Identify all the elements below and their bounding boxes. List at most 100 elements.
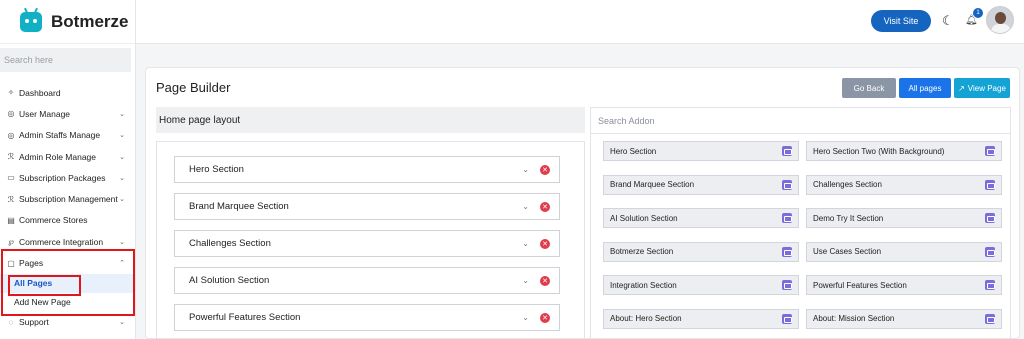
brand-name: Botmerze xyxy=(51,11,129,31)
addon-item[interactable]: Challenges Section xyxy=(806,174,1002,195)
addon-item[interactable]: About: Hero Section xyxy=(603,308,799,329)
add-addon-icon[interactable] xyxy=(985,246,995,257)
dark-mode-moon-icon[interactable]: ☾ xyxy=(942,13,954,29)
visit-site-button[interactable]: Visit Site xyxy=(871,10,931,32)
addon-item[interactable]: Integration Section xyxy=(603,275,799,295)
sidebar-item-user-manage[interactable]: ◎ User Manage ⌄ xyxy=(0,103,135,124)
chevron-icon: ⌄ xyxy=(119,110,125,118)
chevron-icon: ⌄ xyxy=(119,196,125,204)
addon-label: Powerful Features Section xyxy=(813,280,907,290)
integration-icon: ℘ xyxy=(8,237,14,247)
addon-item[interactable]: About: Mission Section xyxy=(806,308,1002,329)
chevron-icon: ⌄ xyxy=(119,132,125,140)
add-addon-icon[interactable] xyxy=(985,280,995,290)
sidebar-item-label: Dashboard xyxy=(19,87,61,98)
sidebar-item-commerce-stores[interactable]: ▤ Commerce Stores xyxy=(0,210,135,231)
add-addon-icon[interactable] xyxy=(782,246,792,257)
addon-label: Brand Marquee Section xyxy=(610,180,695,189)
layout-section-list: Hero Section ⌄ ✕ Brand Marquee Section ⌄ ✕ Cha… xyxy=(156,141,585,339)
chevron-icon: ⌄ xyxy=(119,238,125,246)
view-page-label: View Page xyxy=(967,83,1006,93)
user-icon: ◎ xyxy=(7,109,15,119)
addon-item[interactable]: AI Solution Section xyxy=(603,208,799,228)
expand-chevron-icon[interactable]: ⌄ xyxy=(522,165,529,174)
section-name: Powerful Features Section xyxy=(189,312,301,323)
addon-search-input[interactable]: Search Addon xyxy=(591,108,1010,134)
addon-item[interactable]: Use Cases Section xyxy=(806,241,1002,262)
topbar: Visit Site ☾ 🔔︎ 1 xyxy=(136,0,1024,44)
addon-label: Hero Section Two (With Background) xyxy=(813,146,945,156)
sidebar-search-input[interactable]: Search here xyxy=(0,48,131,72)
brand-logo[interactable]: Botmerze xyxy=(0,0,135,44)
add-addon-icon[interactable] xyxy=(782,280,792,290)
view-page-button[interactable]: ↗ View Page xyxy=(954,78,1010,98)
external-link-icon: ↗ xyxy=(958,83,965,93)
addon-item[interactable]: Hero Section xyxy=(603,141,799,161)
layout-section-row[interactable]: Challenges Section ⌄ ✕ xyxy=(174,230,560,257)
addon-label: Demo Try It Section xyxy=(813,213,884,223)
sidebar-item-admin-role-manage[interactable]: ℛ Admin Role Manage ⌄ xyxy=(0,146,135,167)
sidebar-item-dashboard[interactable]: ✧ Dashboard xyxy=(0,82,135,103)
addon-panel: Search Addon Hero Section Hero Section Tw… xyxy=(590,107,1011,339)
addon-item[interactable]: Demo Try It Section xyxy=(806,208,1002,228)
chevron-icon: ⌄ xyxy=(119,319,125,327)
subscription-icon: ℛ xyxy=(7,194,15,204)
expand-chevron-icon[interactable]: ⌄ xyxy=(522,202,529,211)
add-addon-icon[interactable] xyxy=(985,146,995,156)
addon-label: About: Mission Section xyxy=(813,314,895,323)
sidebar-item-subscription-packages[interactable]: ▭ Subscription Packages ⌄ xyxy=(0,167,135,188)
addon-label: Challenges Section xyxy=(813,180,882,189)
delete-section-icon[interactable]: ✕ xyxy=(540,238,550,249)
layout-section-row[interactable]: AI Solution Section ⌄ ✕ xyxy=(174,267,560,294)
addon-label: Use Cases Section xyxy=(813,247,882,256)
chevron-icon: ⌄ xyxy=(119,153,125,161)
layout-section-row[interactable]: Powerful Features Section ⌄ ✕ xyxy=(174,304,560,331)
delete-section-icon[interactable]: ✕ xyxy=(540,201,550,212)
add-addon-icon[interactable] xyxy=(782,213,792,223)
sidebar-item-label: Commerce Stores xyxy=(19,215,88,226)
highlight-box-all-pages xyxy=(8,275,81,296)
add-addon-icon[interactable] xyxy=(985,313,995,324)
addon-label: Botmerze Section xyxy=(610,247,674,256)
addon-item[interactable]: Hero Section Two (With Background) xyxy=(806,141,1002,161)
sidebar-item-admin-staffs-manage[interactable]: ◎ Admin Staffs Manage ⌄ xyxy=(0,125,135,146)
go-back-button[interactable]: Go Back xyxy=(842,78,896,98)
section-name: Challenges Section xyxy=(189,238,271,249)
staff-icon: ◎ xyxy=(7,130,15,140)
add-addon-icon[interactable] xyxy=(985,179,995,190)
add-addon-icon[interactable] xyxy=(985,213,995,223)
add-addon-icon[interactable] xyxy=(782,313,792,324)
add-addon-icon[interactable] xyxy=(782,146,792,156)
addon-item[interactable]: Brand Marquee Section xyxy=(603,174,799,195)
expand-chevron-icon[interactable]: ⌄ xyxy=(522,313,529,322)
addon-label: AI Solution Section xyxy=(610,213,678,223)
layout-section-row[interactable]: Hero Section ⌄ ✕ xyxy=(174,156,560,183)
section-name: AI Solution Section xyxy=(189,275,270,286)
section-name: Brand Marquee Section xyxy=(189,201,289,212)
addon-label: Hero Section xyxy=(610,146,657,156)
page-title: Page Builder xyxy=(156,80,231,95)
all-pages-button[interactable]: All pages xyxy=(899,78,951,98)
layout-section-row[interactable]: Brand Marquee Section ⌄ ✕ xyxy=(174,193,560,220)
delete-section-icon[interactable]: ✕ xyxy=(540,312,550,323)
robot-logo-icon xyxy=(20,7,42,32)
addon-label: Integration Section xyxy=(610,280,677,290)
delete-section-icon[interactable]: ✕ xyxy=(540,164,550,175)
sidebar-item-label: Support xyxy=(19,317,49,328)
package-icon: ▭ xyxy=(7,173,15,183)
store-icon: ▤ xyxy=(7,215,15,225)
expand-chevron-icon[interactable]: ⌄ xyxy=(522,276,529,285)
addon-item[interactable]: Powerful Features Section xyxy=(806,275,1002,295)
sidebar-item-label: Admin Role Manage xyxy=(19,151,97,162)
layout-title: Home page layout xyxy=(156,107,585,133)
delete-section-icon[interactable]: ✕ xyxy=(540,275,550,286)
role-icon: ℛ xyxy=(7,152,15,162)
addon-item[interactable]: Botmerze Section xyxy=(603,241,799,262)
sidebar-item-label: Subscription Packages xyxy=(19,172,106,183)
add-addon-icon[interactable] xyxy=(782,179,792,190)
support-icon: ◌ xyxy=(8,317,14,327)
user-avatar[interactable] xyxy=(986,6,1014,34)
sidebar-item-label: Subscription Management xyxy=(19,194,118,205)
expand-chevron-icon[interactable]: ⌄ xyxy=(522,239,529,248)
sidebar-item-subscription-management[interactable]: ℛ Subscription Management ⌄ xyxy=(0,188,135,209)
